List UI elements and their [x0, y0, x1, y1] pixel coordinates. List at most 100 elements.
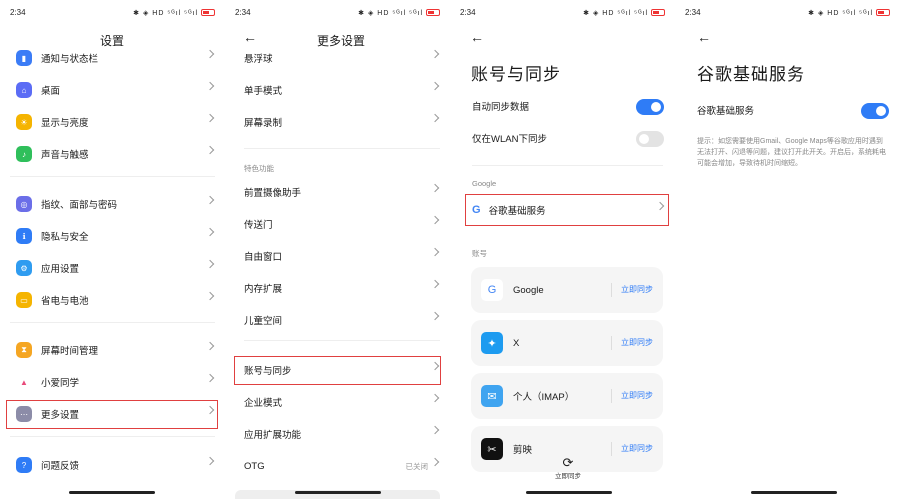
wlan-sync-toggle[interactable]	[636, 131, 664, 147]
settings-item[interactable]: ▮ 通知与状态栏	[16, 44, 215, 72]
status-bar: 2:34 ✱ ◈ HD ⁵ᴳıl ⁵ᴳıl	[460, 8, 665, 20]
settings-item[interactable]: ♪ 声音与触感	[16, 140, 215, 168]
sync-now-button[interactable]: 立即同步	[611, 442, 653, 456]
settings-item[interactable]: ▲ 小爱同学	[16, 368, 215, 396]
more-settings-item-label: OTG	[244, 460, 265, 472]
status-time: 2:34	[685, 8, 701, 17]
settings-item[interactable]: ? 问题反馈	[16, 451, 215, 479]
home-icon: ⌂	[16, 82, 32, 98]
more-settings-panel: 2:34 ✱ ◈ HD ⁵ᴳıl ⁵ᴳıl ← 更多设置 悬浮球 单手模式 屏幕录制…	[225, 0, 450, 499]
more-settings-item[interactable]: 自由窗口	[244, 242, 440, 270]
home-indicator	[69, 491, 155, 494]
more-settings-item[interactable]: 单手模式	[244, 76, 440, 104]
more-settings-item[interactable]: 儿童空间	[244, 306, 440, 334]
settings-item-label: 应用设置	[41, 264, 80, 275]
mail-icon: ✉	[481, 385, 503, 407]
settings-item-label: 问题反馈	[41, 461, 80, 472]
app-settings-icon: ⚙	[16, 260, 32, 276]
more-settings-item[interactable]: 企业模式	[244, 388, 440, 416]
more-settings-item[interactable]: 前置摄像助手	[244, 178, 440, 206]
status-time: 2:34	[235, 8, 251, 17]
settings-item-label: 省电与电池	[41, 296, 89, 307]
settings-item[interactable]: ⧗ 屏幕时间管理	[16, 336, 215, 364]
back-arrow-icon[interactable]: ←	[243, 29, 257, 45]
settings-item[interactable]: ▭ 省电与电池	[16, 286, 215, 314]
refresh-icon: ⟳	[562, 455, 574, 470]
settings-item[interactable]: ☀ 显示与亮度	[16, 108, 215, 136]
capcut-icon: ✂	[481, 438, 503, 460]
back-arrow-icon[interactable]: ←	[470, 29, 484, 45]
more-settings-item-label: 自由窗口	[244, 252, 283, 263]
settings-item-label: 指纹、面部与密码	[41, 200, 118, 211]
settings-item-label: 通知与状态栏	[41, 54, 99, 65]
bottom-sync-label: 立即同步	[555, 473, 581, 480]
status-bar: 2:34 ✱ ◈ HD ⁵ᴳıl ⁵ᴳıl	[235, 8, 440, 20]
sync-now-button[interactable]: 立即同步	[611, 283, 653, 297]
more-settings-item-label: 传送门	[244, 220, 273, 231]
notification-icon: ▮	[16, 50, 32, 66]
more-settings-item-label: 应用扩展功能	[244, 430, 302, 441]
settings-panel: 2:34 ✱ ◈ HD ⁵ᴳıl ⁵ᴳıl 设置 ▮ 通知与状态栏 ⌂ 桌面 ☀ 显示与亮…	[0, 0, 225, 499]
status-icons: ✱ ◈ HD ⁵ᴳıl ⁵ᴳıl	[358, 8, 440, 17]
settings-item-label: 隐私与安全	[41, 232, 89, 243]
status-time: 2:34	[460, 8, 476, 17]
status-bar: 2:34 ✱ ◈ HD ⁵ᴳıl ⁵ᴳıl	[10, 8, 215, 20]
account-card[interactable]: ✦ X 立即同步	[471, 320, 663, 366]
back-arrow-icon[interactable]: ←	[697, 29, 711, 45]
account-sync-panel: 2:34 ✱ ◈ HD ⁵ᴳıl ⁵ᴳıl ← 账号与同步 自动同步数据 仅在W…	[450, 0, 675, 499]
assistant-icon: ▲	[16, 374, 32, 390]
sound-icon: ♪	[16, 146, 32, 162]
status-icons: ✱ ◈ HD ⁵ᴳıl ⁵ᴳıl	[808, 8, 890, 17]
divider	[472, 165, 663, 166]
divider	[10, 322, 215, 323]
status-icons: ✱ ◈ HD ⁵ᴳıl ⁵ᴳıl	[133, 8, 215, 17]
account-label: 个人（IMAP）	[513, 392, 575, 403]
battery-icon	[876, 9, 890, 16]
more-settings-item[interactable]: OTG 已关闭	[244, 452, 440, 480]
account-card[interactable]: G Google 立即同步	[471, 267, 663, 313]
settings-item[interactable]: ℹ 隐私与安全	[16, 222, 215, 250]
settings-item-label: 显示与亮度	[41, 118, 89, 129]
section-header: 特色功能	[244, 164, 274, 173]
highlight-box	[234, 356, 441, 385]
google-icon: G	[481, 279, 503, 301]
more-settings-item[interactable]: 应用扩展功能	[244, 420, 440, 448]
highlight-box	[465, 194, 669, 226]
more-settings-item[interactable]: 悬浮球	[244, 44, 440, 72]
bottom-sync-button[interactable]: ⟳ 立即同步	[548, 455, 588, 481]
settings-item[interactable]: ⌂ 桌面	[16, 76, 215, 104]
more-settings-item-label: 单手模式	[244, 86, 283, 97]
home-indicator	[295, 491, 381, 494]
more-settings-item-label: 内存扩展	[244, 284, 283, 295]
privacy-icon: ℹ	[16, 228, 32, 244]
more-settings-item[interactable]: 传送门	[244, 210, 440, 238]
auto-sync-toggle[interactable]	[636, 99, 664, 115]
brightness-icon: ☀	[16, 114, 32, 130]
item-value: 已关闭	[405, 461, 429, 471]
screen-time-icon: ⧗	[16, 342, 32, 358]
account-label: 剪映	[513, 445, 533, 456]
divider	[10, 176, 215, 177]
sync-now-button[interactable]: 立即同步	[611, 389, 653, 403]
account-card[interactable]: ✉ 个人（IMAP） 立即同步	[471, 373, 663, 419]
home-indicator	[526, 491, 612, 494]
page-title: 谷歌基础服务	[697, 65, 805, 84]
more-settings-item-label: 企业模式	[244, 398, 283, 409]
settings-item-label: 声音与触感	[41, 150, 89, 161]
battery-icon	[201, 9, 215, 16]
settings-item-label: 小爱同学	[41, 378, 80, 389]
google-service-toggle[interactable]	[861, 103, 889, 119]
google-section-header: Google	[472, 179, 497, 188]
more-settings-item[interactable]: 屏幕录制	[244, 108, 440, 136]
settings-item[interactable]: ◎ 指纹、面部与密码	[16, 190, 215, 218]
account-label: X	[513, 337, 520, 349]
status-bar: 2:34 ✱ ◈ HD ⁵ᴳıl ⁵ᴳıl	[685, 8, 890, 20]
status-icons: ✱ ◈ HD ⁵ᴳıl ⁵ᴳıl	[583, 8, 665, 17]
status-time: 2:34	[10, 8, 26, 17]
sync-now-button[interactable]: 立即同步	[611, 336, 653, 350]
more-settings-item[interactable]: 内存扩展	[244, 274, 440, 302]
hint-text: 提示：如您需要使用Gmail、Google Maps等谷歌应用时遇到无法打开、闪…	[697, 138, 886, 167]
account-label: Google	[513, 284, 544, 296]
settings-item[interactable]: ⚙ 应用设置	[16, 254, 215, 282]
home-indicator	[751, 491, 837, 494]
